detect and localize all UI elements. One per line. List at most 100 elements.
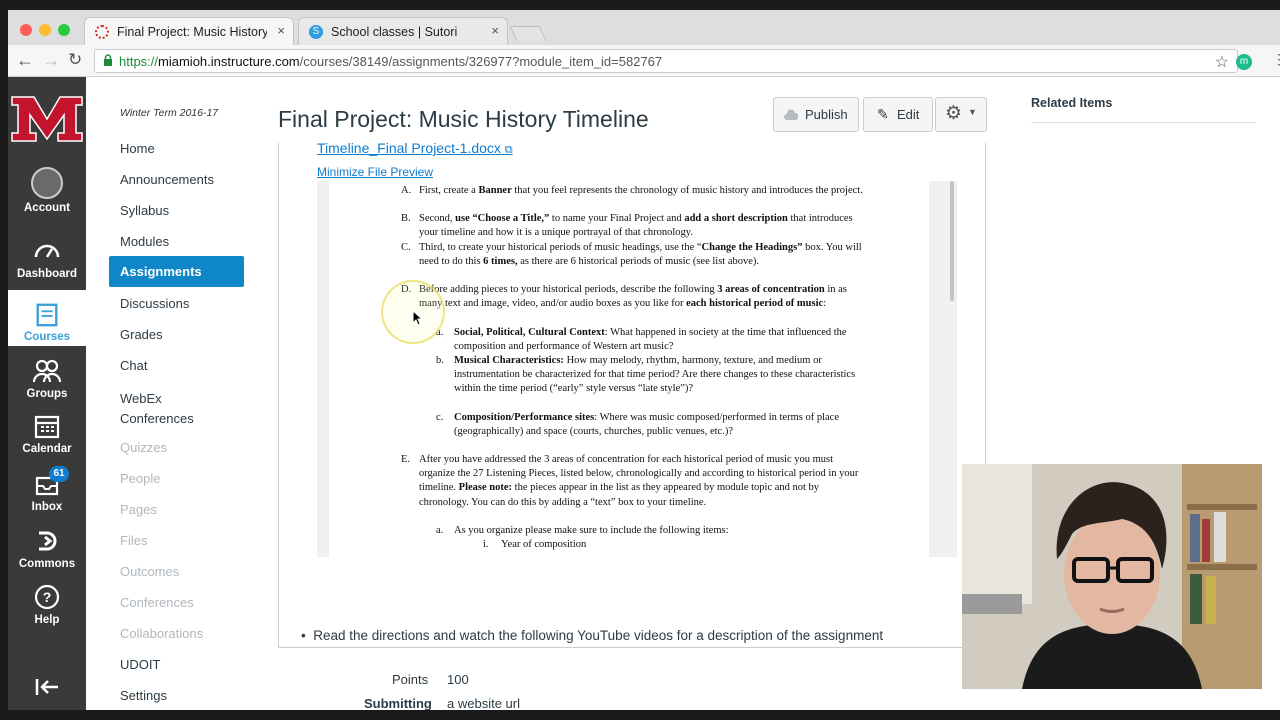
pencil-icon: ✎ xyxy=(877,106,889,122)
edit-label: Edit xyxy=(897,107,920,122)
publish-button[interactable]: Publish xyxy=(773,97,859,132)
mouse-pointer-icon xyxy=(412,310,424,326)
course-nav-people[interactable]: People xyxy=(120,471,160,486)
nav-label: Conferences xyxy=(120,411,194,426)
tab-sutori[interactable]: S School classes | Sutori × xyxy=(298,17,508,45)
nav-dashboard[interactable]: Dashboard xyxy=(8,237,86,280)
file-preview[interactable]: A. First, create a Banner that you feel r… xyxy=(317,181,957,557)
preview-scrollbar[interactable] xyxy=(929,181,957,557)
address-bar[interactable]: https://miamioh.instructure.com/courses/… xyxy=(94,49,1238,73)
collapse-nav-icon[interactable] xyxy=(34,677,60,697)
nav-account[interactable]: Account xyxy=(8,167,86,214)
submitting-label: Submitting xyxy=(364,696,432,710)
course-nav-chat[interactable]: Chat xyxy=(120,358,147,373)
points-value: 100 xyxy=(447,672,469,687)
doc-item-e-a: a. As you organize please make sure to in… xyxy=(436,525,729,536)
tab-bar: Final Project: Music History Ti × S Scho… xyxy=(8,10,1280,45)
settings-menu-button[interactable]: ⚙ ▼ xyxy=(935,97,987,132)
nav-calendar[interactable]: Calendar xyxy=(8,412,86,455)
sutori-favicon-icon: S xyxy=(309,25,323,39)
course-nav-quizzes[interactable]: Quizzes xyxy=(120,440,167,455)
commons-icon xyxy=(39,531,57,551)
doc-item-c: C. Third, to create your historical perio… xyxy=(401,242,862,268)
canvas-favicon-icon xyxy=(95,25,109,39)
course-nav-home[interactable]: Home xyxy=(120,141,155,156)
url-text: https://miamioh.instructure.com/courses/… xyxy=(119,54,663,69)
lock-icon xyxy=(104,54,112,66)
page-title: Final Project: Music History Timeline xyxy=(278,106,649,132)
course-navigation: Winter Term 2016-17 Home Announcements S… xyxy=(86,77,266,710)
tab-close-icon[interactable]: × xyxy=(491,23,499,38)
svg-text:?: ? xyxy=(43,589,52,605)
file-link[interactable]: Timeline_Final Project-1.docx ⧉ xyxy=(317,143,513,157)
courses-icon xyxy=(36,303,58,327)
presenter-video xyxy=(962,464,1262,689)
tab-close-icon[interactable]: × xyxy=(277,23,285,38)
points-label: Points xyxy=(392,672,429,687)
inbox-badge: 61 xyxy=(49,466,69,482)
help-icon: ? xyxy=(34,584,60,610)
tab-title: Final Project: Music History Ti xyxy=(117,25,267,39)
reload-icon[interactable]: ↻ xyxy=(68,50,82,70)
browser-menu-icon[interactable]: ⋮ xyxy=(1272,51,1280,68)
avatar xyxy=(31,167,63,199)
nav-commons[interactable]: Commons xyxy=(8,527,86,570)
browser-window: Final Project: Music History Ti × S Scho… xyxy=(8,10,1280,710)
course-nav-assignments[interactable]: Assignments xyxy=(109,256,244,287)
course-nav-syllabus[interactable]: Syllabus xyxy=(120,203,169,218)
course-nav-settings[interactable]: Settings xyxy=(120,688,167,703)
nav-label: Calendar xyxy=(22,443,72,455)
nav-groups[interactable]: Groups xyxy=(8,357,86,400)
course-nav-discussions[interactable]: Discussions xyxy=(120,296,189,311)
minimize-preview-link[interactable]: Minimize File Preview xyxy=(317,165,433,179)
course-nav-pages[interactable]: Pages xyxy=(120,502,157,517)
nav-courses[interactable]: Courses xyxy=(8,290,86,346)
course-nav-modules[interactable]: Modules xyxy=(120,234,169,249)
webcam-overlay xyxy=(962,464,1262,689)
course-nav-outcomes[interactable]: Outcomes xyxy=(120,564,179,579)
doc-item-d-c: c. Composition/Performance sites: Where w… xyxy=(436,412,839,438)
course-nav-conferences[interactable]: Conferences xyxy=(120,595,194,610)
minimize-window-button[interactable] xyxy=(39,24,51,36)
doc-item-d-b: b. Musical Characteristics: How may melod… xyxy=(436,355,856,395)
nav-label: Groups xyxy=(26,388,68,400)
extension-icon[interactable]: m xyxy=(1236,54,1252,70)
course-nav-announcements[interactable]: Announcements xyxy=(120,172,214,187)
nav-label: Help xyxy=(34,614,60,626)
assignment-description: Timeline_Final Project-1.docx ⧉ Minimize… xyxy=(278,143,986,648)
nav-label: Commons xyxy=(18,558,76,570)
doc-item-e-a-i: i. Year of composition xyxy=(483,539,587,550)
publish-label: Publish xyxy=(805,107,848,122)
doc-item-e: E. After you have addressed the 3 areas o… xyxy=(401,454,859,508)
instruction-bullet: • Read the directions and watch the foll… xyxy=(301,628,884,643)
chevron-down-icon: ▼ xyxy=(968,107,977,117)
cloud-icon xyxy=(784,109,798,120)
course-nav-webex[interactable]: WebEx Conferences xyxy=(120,389,194,429)
calendar-icon xyxy=(34,415,60,439)
nav-inbox[interactable]: 61 Inbox xyxy=(8,466,86,513)
nav-label: Dashboard xyxy=(16,268,78,280)
nav-label: Inbox xyxy=(31,501,63,513)
nav-help[interactable]: ? Help xyxy=(8,583,86,626)
course-nav-udoit[interactable]: UDOIT xyxy=(120,657,160,672)
edit-button[interactable]: ✎ Edit xyxy=(863,97,933,132)
doc-item-d-a: a. Social, Political, Cultural Context: W… xyxy=(436,327,847,353)
bookmark-star-icon[interactable]: ☆ xyxy=(1215,52,1229,72)
tab-final-project[interactable]: Final Project: Music History Ti × xyxy=(84,17,294,45)
nav-label: Account xyxy=(24,202,70,214)
term-label: Winter Term 2016-17 xyxy=(120,107,219,119)
course-nav-files[interactable]: Files xyxy=(120,533,147,548)
doc-item-a: A. First, create a Banner that you feel r… xyxy=(401,185,863,196)
related-items-heading: Related Items xyxy=(1031,96,1113,110)
new-tab-button[interactable] xyxy=(509,26,547,41)
tab-title: School classes | Sutori xyxy=(331,25,458,39)
course-nav-grades[interactable]: Grades xyxy=(120,327,163,342)
scrollbar-thumb[interactable] xyxy=(950,181,954,301)
submitting-value: a website url xyxy=(447,696,520,710)
back-icon[interactable]: ← xyxy=(16,50,34,71)
course-nav-collaborations[interactable]: Collaborations xyxy=(120,626,203,641)
miami-logo-icon[interactable] xyxy=(8,89,86,149)
maximize-window-button[interactable] xyxy=(58,24,70,36)
forward-icon[interactable]: → xyxy=(42,50,60,71)
close-window-button[interactable] xyxy=(20,24,32,36)
